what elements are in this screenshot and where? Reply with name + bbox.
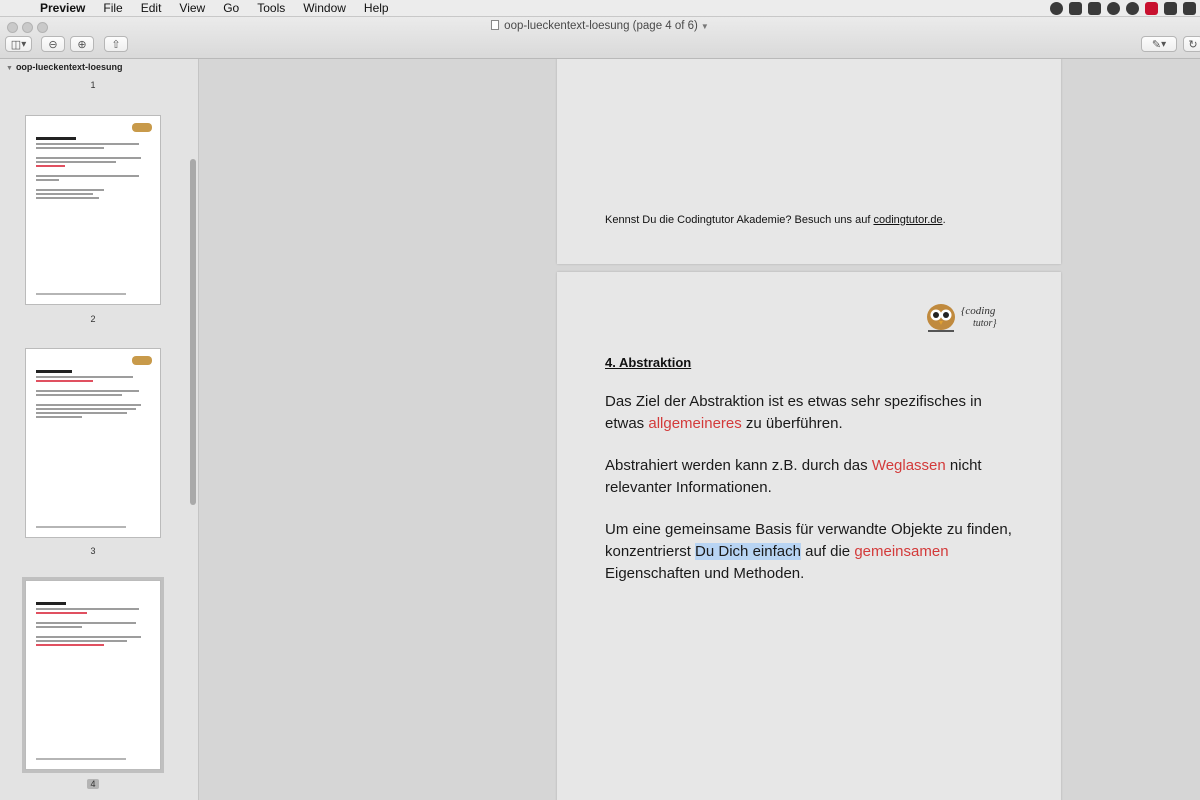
menu-file[interactable]: File (94, 1, 131, 15)
paragraph-2: Abstrahiert werden kann z.B. durch das W… (605, 457, 982, 496)
menu-bar: Preview File Edit View Go Tools Window H… (0, 0, 1200, 17)
disclosure-triangle-icon[interactable]: ▼ (6, 65, 13, 72)
sidebar-icon: ◫ (10, 38, 22, 51)
menu-window[interactable]: Window (294, 1, 355, 15)
markup-button[interactable]: ✎ ▾ (1141, 36, 1177, 52)
menu-tools[interactable]: Tools (248, 1, 294, 15)
logo-icon (132, 356, 152, 365)
page-thumbnail-4[interactable] (22, 577, 164, 773)
footer-link[interactable]: codingtutor.de (873, 214, 942, 226)
rotate-button[interactable]: ↻ (1183, 36, 1200, 52)
window-toolbar: oop-lueckentext-loesung (page 4 of 6) ▼ ◫… (0, 17, 1200, 59)
window-title[interactable]: oop-lueckentext-loesung (page 4 of 6) ▼ (0, 20, 1200, 32)
codingtutor-logo: {coding tutor} (927, 304, 996, 332)
sidebar-toggle-button[interactable]: ◫ ▾ (5, 36, 32, 52)
highlight-word: allgemeineres (648, 415, 742, 432)
window-title-text: oop-lueckentext-loesung (page 4 of 6) (504, 20, 698, 32)
zoom-in-icon: ⊕ (77, 38, 87, 51)
status-icon-6[interactable] (1145, 2, 1158, 15)
svg-text:tutor}: tutor} (973, 318, 996, 329)
sidebar-document-name[interactable]: ▼ oop-lueckentext-loesung (6, 62, 122, 72)
thumbnail-sidebar: ▼ oop-lueckentext-loesung 1 2 3 4 (0, 59, 199, 800)
share-icon: ⇧ (111, 38, 121, 51)
sidebar-scrollbar[interactable] (190, 159, 196, 505)
sidebar-document-name-text: oop-lueckentext-loesung (15, 62, 123, 72)
page-number-4[interactable]: 4 (0, 779, 186, 789)
menu-go[interactable]: Go (214, 1, 248, 15)
menu-app[interactable]: Preview (40, 1, 94, 15)
footer-text: Kennst Du die Codingtutor Akademie? Besu… (605, 214, 874, 226)
pdf-page-3: Kennst Du die Codingtutor Akademie? Besu… (557, 59, 1061, 264)
status-icon-5[interactable] (1126, 2, 1139, 15)
pen-icon: ✎ (1151, 38, 1162, 51)
status-icon-7[interactable] (1164, 2, 1177, 15)
document-view[interactable]: Kennst Du die Codingtutor Akademie? Besu… (200, 59, 1200, 800)
share-button[interactable]: ⇧ (104, 36, 128, 52)
status-icon-3[interactable] (1088, 2, 1101, 15)
zoom-out-button[interactable]: ⊖ (41, 36, 65, 52)
pdf-page-4: {coding tutor} 4. Abstraktion Das Ziel d… (557, 272, 1061, 800)
menu-view[interactable]: View (170, 1, 214, 15)
rotate-icon: ↻ (1188, 38, 1198, 51)
zoom-out-icon: ⊖ (48, 38, 58, 51)
page-number-4-text: 4 (87, 779, 99, 789)
status-icon-2[interactable] (1069, 2, 1082, 15)
selected-text[interactable]: Du Dich einfach (695, 543, 801, 560)
zoom-in-button[interactable]: ⊕ (70, 36, 94, 52)
status-icon-1[interactable] (1050, 2, 1063, 15)
status-icon-8[interactable] (1183, 2, 1196, 15)
page-number-2[interactable]: 2 (0, 314, 186, 324)
logo-icon (132, 123, 152, 132)
paragraph-3: Um eine gemeinsame Basis für verwandte O… (605, 521, 1012, 582)
page-number-1[interactable]: 1 (0, 80, 186, 90)
page-thumbnail-2[interactable] (25, 115, 161, 305)
page3-footer: Kennst Du die Codingtutor Akademie? Besu… (605, 214, 946, 226)
section-heading: 4. Abstraktion (605, 355, 692, 370)
highlight-word: gemeinsamen (854, 543, 949, 560)
status-icon-4[interactable] (1107, 2, 1120, 15)
paragraph-1: Das Ziel der Abstraktion ist es etwas se… (605, 393, 982, 432)
page-thumbnail-3[interactable] (25, 348, 161, 538)
menu-help[interactable]: Help (355, 1, 398, 15)
status-icons (1050, 2, 1196, 15)
menu-edit[interactable]: Edit (132, 1, 171, 15)
page-number-3[interactable]: 3 (0, 546, 186, 556)
footer-period: . (942, 214, 946, 226)
svg-text:{coding: {coding (961, 305, 996, 317)
chevron-down-icon: ▼ (700, 22, 709, 31)
document-icon (491, 20, 500, 30)
highlight-word: Weglassen (871, 457, 946, 474)
